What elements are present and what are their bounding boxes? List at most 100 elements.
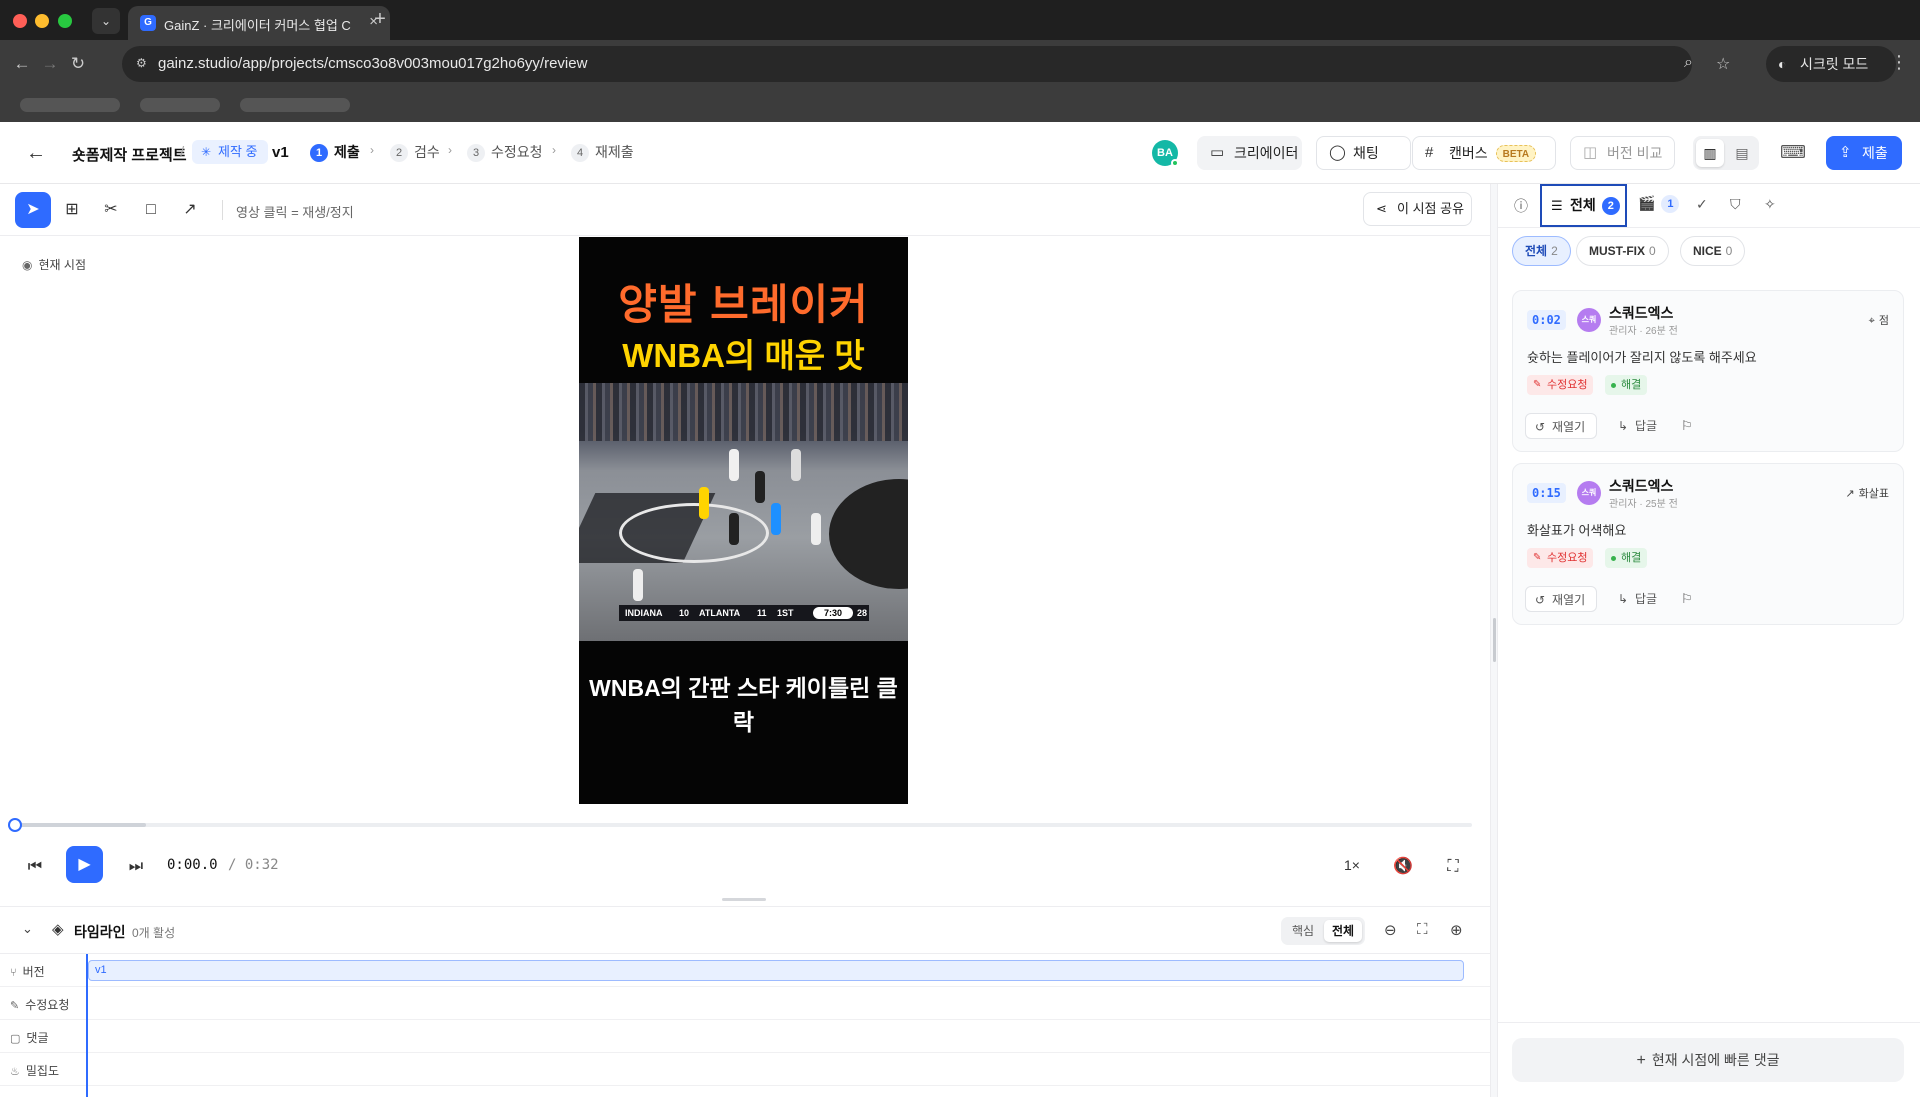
comment-author: 스쿼드엑스 bbox=[1609, 478, 1674, 494]
comment-card[interactable]: 0:15 스쿼 스쿼드엑스 관리자 · 25분 전 ↗ 화살표 화살표가 어색해요… bbox=[1512, 463, 1904, 625]
resize-handle[interactable] bbox=[722, 898, 766, 901]
tab-all[interactable]: ☰ 전체 2 bbox=[1540, 184, 1627, 227]
flame-icon: ♨ bbox=[10, 1066, 20, 1078]
submit-button[interactable]: ⇪ 제출 bbox=[1826, 136, 1902, 170]
comment-tool[interactable]: ⊞ bbox=[54, 192, 90, 228]
star-icon[interactable]: ☆ bbox=[1716, 54, 1730, 74]
next-button[interactable]: ⏭ bbox=[121, 852, 151, 882]
minimize-window-button[interactable] bbox=[35, 14, 49, 28]
creator-button[interactable]: ▭ 크리에이터 bbox=[1197, 136, 1302, 170]
bookmark-item[interactable] bbox=[20, 98, 120, 112]
close-window-button[interactable] bbox=[13, 14, 27, 28]
filter-all[interactable]: 전체 2 bbox=[1512, 236, 1571, 266]
zoom-in-icon[interactable]: ⊕ bbox=[1450, 921, 1463, 939]
reopen-button[interactable]: ↺ 재열기 bbox=[1525, 586, 1597, 612]
player bbox=[771, 503, 781, 535]
mute-button[interactable]: 🔇 bbox=[1388, 852, 1418, 882]
shield-icon[interactable]: ⛉ bbox=[1730, 196, 1741, 213]
browser-tab-active[interactable]: G GainZ · 크리에이터 커머스 협업 C × bbox=[128, 6, 390, 40]
flag-icon[interactable]: ⚐ bbox=[1681, 586, 1693, 612]
video-player[interactable]: 양발 브레이커 WNBA의 매운 맛 INDIANA 10 ATLANTA 11… bbox=[579, 237, 908, 804]
arrow-tool[interactable]: ↗ bbox=[172, 192, 208, 228]
time-total: / 0:32 bbox=[228, 857, 279, 873]
forward-button[interactable]: → bbox=[38, 52, 62, 76]
info-icon[interactable]: ⓘ bbox=[1514, 196, 1528, 216]
fit-icon[interactable]: ⛶ bbox=[1417, 921, 1428, 938]
filter-nice[interactable]: NICE 0 bbox=[1680, 236, 1746, 266]
cut-tool[interactable]: ✂ bbox=[93, 192, 129, 228]
bookmark-item[interactable] bbox=[140, 98, 220, 112]
play-button[interactable]: ▶ bbox=[66, 846, 103, 883]
previous-button[interactable]: ⏮ bbox=[20, 852, 50, 882]
score-value1: 10 bbox=[679, 608, 690, 618]
step-number: 2 bbox=[390, 144, 408, 162]
seek-handle[interactable] bbox=[8, 818, 22, 832]
quick-comment-button[interactable]: + 현재 시점에 빠른 댓글 bbox=[1512, 1038, 1904, 1082]
panel-resizer[interactable] bbox=[1490, 184, 1498, 1097]
annotation-type: ↗ 화살표 bbox=[1845, 485, 1889, 501]
browser-menu-icon[interactable]: ⋮ bbox=[1890, 52, 1908, 73]
chevron-down-icon[interactable]: ⌄ bbox=[22, 921, 33, 937]
resizer-grip[interactable] bbox=[1493, 618, 1496, 662]
status-dot bbox=[1611, 556, 1616, 561]
reply-button[interactable]: ↳ 답글 bbox=[1609, 586, 1657, 612]
reload-button[interactable]: ↻ bbox=[66, 52, 90, 76]
avatar[interactable]: BA bbox=[1152, 140, 1179, 167]
bookmark-item[interactable] bbox=[240, 98, 350, 112]
site-info-icon[interactable]: ⚙ bbox=[136, 56, 152, 72]
spinner-icon: ✳ bbox=[201, 145, 212, 159]
address-bar[interactable]: ⚙ gainz.studio/app/projects/cmsco3o8v003… bbox=[122, 46, 1730, 82]
fullscreen-button[interactable]: ⛶ bbox=[1438, 852, 1468, 882]
pin-icon: ⌖ bbox=[1868, 315, 1875, 327]
canvas-button[interactable]: # 캔버스 BETA bbox=[1412, 136, 1556, 170]
step-review: 2 검수 bbox=[390, 142, 440, 164]
court-logo bbox=[829, 479, 908, 589]
share-timestamp-button[interactable]: ⋖ 이 시점 공유 bbox=[1363, 192, 1472, 226]
comment-timestamp[interactable]: 0:15 bbox=[1527, 483, 1566, 503]
check-circle-icon[interactable]: ✓ bbox=[1696, 196, 1708, 213]
chat-button[interactable]: ◯ 채팅 bbox=[1316, 136, 1411, 170]
zoom-icon[interactable]: ⌕ bbox=[1684, 54, 1693, 72]
sparkles-icon[interactable]: ✧ bbox=[1764, 196, 1776, 213]
keyboard-shortcuts-icon[interactable]: ⌨ bbox=[1780, 142, 1806, 163]
current-time-label: 현재 시점 bbox=[38, 258, 86, 272]
rectangle-tool[interactable]: □ bbox=[133, 192, 169, 228]
timeline-playhead[interactable] bbox=[86, 954, 88, 1097]
filter-must-fix[interactable]: MUST-FIX 0 bbox=[1576, 236, 1669, 266]
pencil-icon: ✎ bbox=[10, 1000, 20, 1012]
layout-bottom-panel-icon[interactable]: ▤ bbox=[1728, 139, 1756, 167]
incognito-badge[interactable]: ◐ 시크릿 모드 bbox=[1766, 46, 1896, 82]
compare-versions-button[interactable]: ◫ 버전 비교 bbox=[1570, 136, 1675, 170]
maximize-window-button[interactable] bbox=[58, 14, 72, 28]
comment-card[interactable]: 0:02 스쿼 스쿼드엑스 관리자 · 26분 전 ⌖ 점 슛하는 플레이어가 잘… bbox=[1512, 290, 1904, 452]
comment-timestamp[interactable]: 0:02 bbox=[1527, 310, 1566, 330]
tab-search-button[interactable]: ⌄ bbox=[92, 8, 120, 34]
square-icon: □ bbox=[146, 201, 156, 218]
tab-scenes[interactable]: 🎬 1 bbox=[1638, 195, 1680, 213]
timeline-view-all[interactable]: 전체 bbox=[1324, 920, 1362, 942]
seek-bar[interactable] bbox=[8, 818, 1472, 832]
annotation-toolbar: ➤ ⊞ ✂ □ ↗ 영상 클릭 = 재생/정지 ⋖ 이 시점 공유 bbox=[0, 184, 1490, 236]
bookmarks-bar bbox=[0, 88, 1920, 122]
track-label-text: 수정요청 bbox=[25, 998, 70, 1012]
step-number: 3 bbox=[467, 144, 485, 162]
select-pointer-tool[interactable]: ➤ bbox=[15, 192, 51, 228]
playback-speed-button[interactable]: 1× bbox=[1344, 857, 1360, 873]
player bbox=[755, 471, 765, 503]
track-label: ▢ 댓글 bbox=[10, 1029, 85, 1046]
new-tab-button[interactable]: + bbox=[368, 8, 392, 32]
back-arrow-icon[interactable]: ← bbox=[26, 142, 46, 165]
layers-icon: ◈ bbox=[52, 921, 64, 938]
layout-side-panel-icon[interactable]: ▥ bbox=[1696, 139, 1724, 167]
version-clip[interactable]: v1 bbox=[88, 960, 1464, 981]
zoom-out-icon[interactable]: ⊖ bbox=[1384, 921, 1397, 939]
project-name[interactable]: 숏폼제작 프로젝트 bbox=[72, 144, 187, 165]
url-text[interactable]: gainz.studio/app/projects/cmsco3o8v003mo… bbox=[158, 55, 587, 72]
track-label: ⑂ 버전 bbox=[10, 963, 85, 980]
reply-button[interactable]: ↳ 답글 bbox=[1609, 413, 1657, 439]
back-button[interactable]: ← bbox=[10, 52, 34, 76]
flag-icon[interactable]: ⚐ bbox=[1681, 413, 1693, 439]
player bbox=[729, 513, 739, 545]
timeline-view-core[interactable]: 핵심 bbox=[1284, 920, 1322, 942]
reopen-button[interactable]: ↺ 재열기 bbox=[1525, 413, 1597, 439]
